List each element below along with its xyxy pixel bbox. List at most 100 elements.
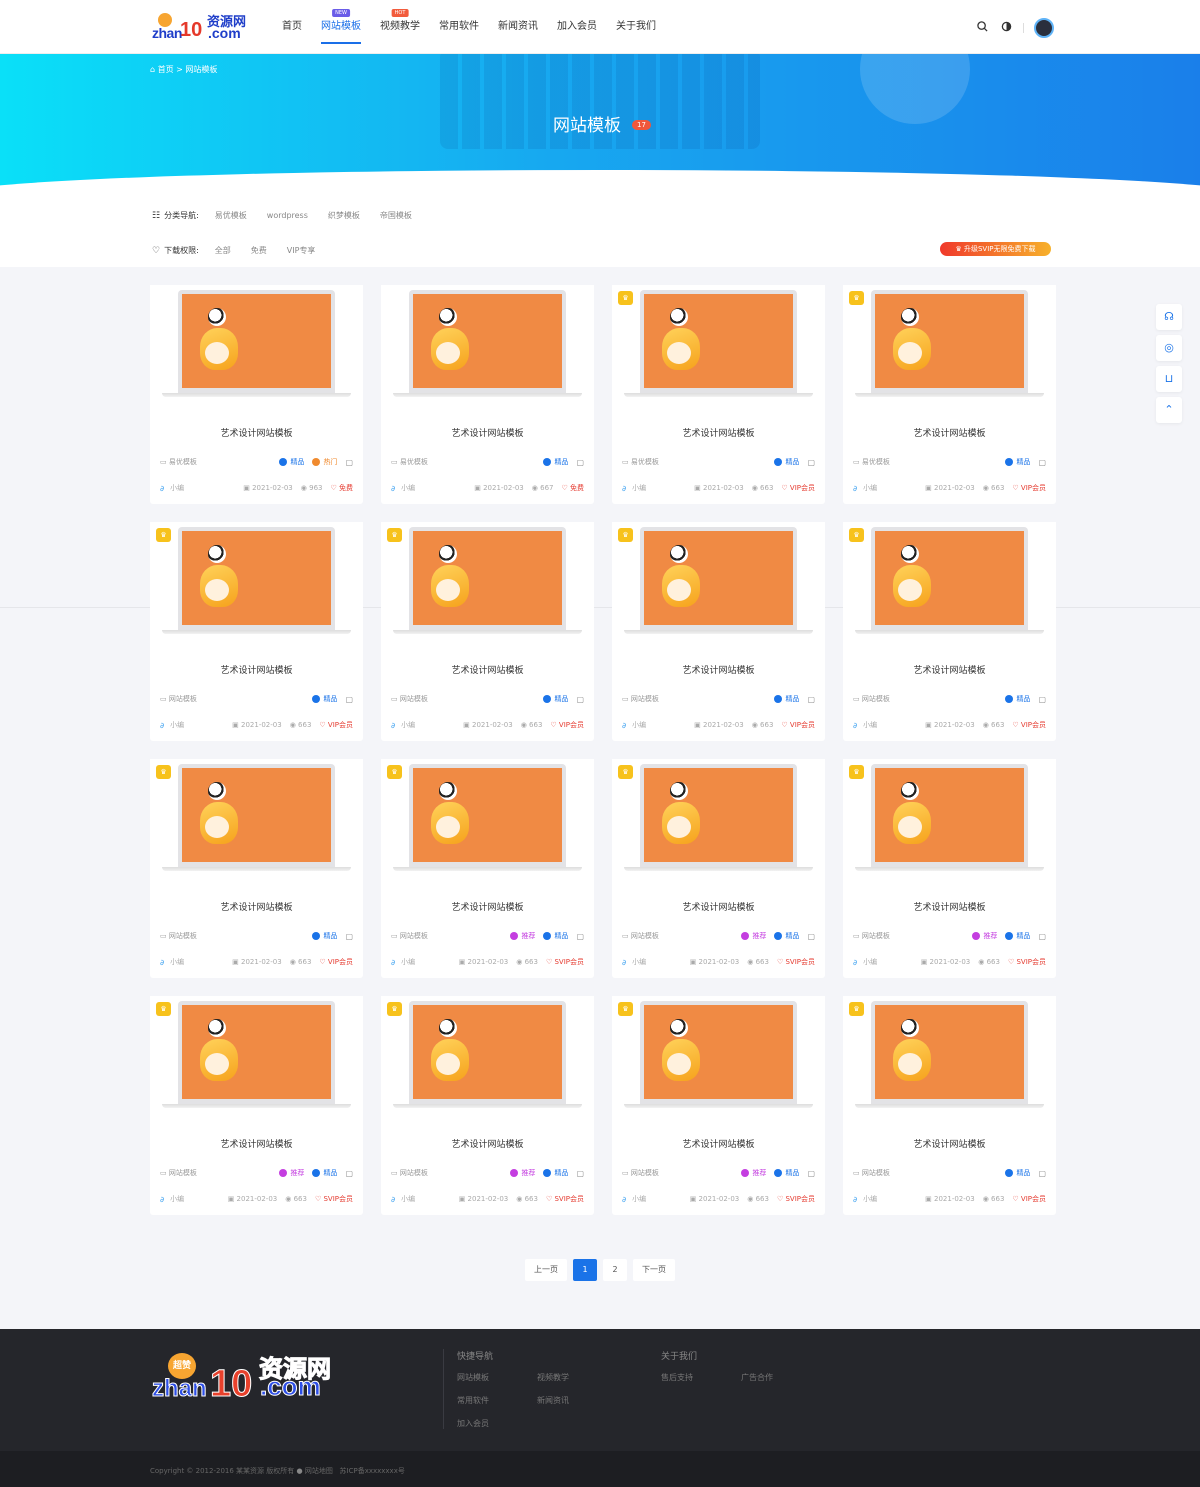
comment-icon[interactable]: ▢ <box>807 458 815 467</box>
footer-logo[interactable]: 超赞 资源网 zhan 10 .com <box>152 1349 342 1409</box>
card-title[interactable]: 艺术设计网站模板 <box>150 663 363 676</box>
sitemap-link[interactable]: 网站地图 <box>305 1467 333 1475</box>
nav-item-5[interactable]: 加入会员 <box>557 0 597 54</box>
resource-card[interactable]: ♛ 艺术设计网站模板 ▭ 网站模板 推荐 精品 ▢ ∂ 小编 ▣ 2021-02-0… <box>612 759 825 978</box>
comment-icon[interactable]: ▢ <box>345 458 353 467</box>
footer-nav-link-3[interactable]: 新闻资讯 <box>537 1395 617 1406</box>
card-title[interactable]: 艺术设计网站模板 <box>843 900 1056 913</box>
comment-icon[interactable]: ▢ <box>807 1169 815 1178</box>
category-option-0[interactable]: 易优模板 <box>215 211 247 220</box>
card-thumbnail[interactable] <box>612 285 825 407</box>
card-category[interactable]: 易优模板 <box>169 458 197 466</box>
card-title[interactable]: 艺术设计网站模板 <box>381 900 594 913</box>
card-title[interactable]: 艺术设计网站模板 <box>381 663 594 676</box>
card-thumbnail[interactable] <box>381 759 594 881</box>
back-to-top-icon[interactable]: ⌃ <box>1156 397 1182 423</box>
headset-icon[interactable]: ☊ <box>1156 304 1182 330</box>
card-title[interactable]: 艺术设计网站模板 <box>150 426 363 439</box>
footer-nav-link-1[interactable]: 视频教学 <box>537 1372 617 1383</box>
permission-option-1[interactable]: 免费 <box>251 246 267 255</box>
theme-toggle-icon[interactable] <box>999 21 1013 35</box>
footer-nav-link-4[interactable]: 加入会员 <box>457 1418 537 1429</box>
footer-nav-link-0[interactable]: 网站模板 <box>457 1372 537 1383</box>
card-title[interactable]: 艺术设计网站模板 <box>612 900 825 913</box>
card-category[interactable]: 网站模板 <box>169 695 197 703</box>
comment-icon[interactable]: ▢ <box>576 932 584 941</box>
comment-icon[interactable]: ▢ <box>576 458 584 467</box>
wechat-icon[interactable]: ◎ <box>1156 335 1182 361</box>
nav-item-6[interactable]: 关于我们 <box>616 0 656 54</box>
icp-link[interactable]: 苏ICP备xxxxxxxx号 <box>340 1467 405 1475</box>
nav-item-2[interactable]: HOT 视频教学 <box>380 0 420 54</box>
nav-item-1[interactable]: NEW 网站模板 <box>321 0 361 54</box>
card-category[interactable]: 网站模板 <box>862 932 890 940</box>
footer-nav-link-2[interactable]: 常用软件 <box>457 1395 537 1406</box>
prev-page-button[interactable]: 上一页 <box>525 1259 567 1281</box>
breadcrumb-home[interactable]: 首页 <box>158 65 174 74</box>
card-title[interactable]: 艺术设计网站模板 <box>612 1137 825 1150</box>
cart-icon[interactable]: ⊔ <box>1156 366 1182 392</box>
card-title[interactable]: 艺术设计网站模板 <box>150 900 363 913</box>
comment-icon[interactable]: ▢ <box>1038 1169 1046 1178</box>
card-thumbnail[interactable] <box>381 996 594 1118</box>
resource-card[interactable]: ♛ 艺术设计网站模板 ▭ 网站模板 推荐 精品 ▢ ∂ 小编 ▣ 2021-02-0… <box>612 996 825 1215</box>
card-title[interactable]: 艺术设计网站模板 <box>843 663 1056 676</box>
card-thumbnail[interactable] <box>843 522 1056 644</box>
card-thumbnail[interactable] <box>381 522 594 644</box>
card-thumbnail[interactable] <box>150 996 363 1118</box>
card-title[interactable]: 艺术设计网站模板 <box>150 1137 363 1150</box>
resource-card[interactable]: 艺术设计网站模板 ▭ 易优模板 精品 热门 ▢ ∂ 小编 ▣ 2021-02-03 … <box>150 285 363 504</box>
card-thumbnail[interactable] <box>612 759 825 881</box>
next-page-button[interactable]: 下一页 <box>633 1259 675 1281</box>
card-thumbnail[interactable] <box>381 285 594 407</box>
card-category[interactable]: 易优模板 <box>631 458 659 466</box>
site-logo[interactable]: 资源网 zhan 10 .com <box>152 11 252 43</box>
comment-icon[interactable]: ▢ <box>345 932 353 941</box>
card-thumbnail[interactable] <box>150 285 363 407</box>
card-category[interactable]: 网站模板 <box>631 932 659 940</box>
resource-card[interactable]: ♛ 艺术设计网站模板 ▭ 网站模板 精品 ▢ ∂ 小编 ▣ 2021-02-03 … <box>612 522 825 741</box>
page-button-1[interactable]: 1 <box>573 1259 597 1281</box>
card-title[interactable]: 艺术设计网站模板 <box>381 1137 594 1150</box>
footer-about-link-1[interactable]: 广告合作 <box>741 1372 821 1383</box>
comment-icon[interactable]: ▢ <box>345 1169 353 1178</box>
resource-card[interactable]: ♛ 艺术设计网站模板 ▭ 网站模板 推荐 精品 ▢ ∂ 小编 ▣ 2021-02-0… <box>381 996 594 1215</box>
search-icon[interactable] <box>975 21 989 35</box>
card-thumbnail[interactable] <box>612 996 825 1118</box>
category-option-1[interactable]: wordpress <box>267 211 308 220</box>
comment-icon[interactable]: ▢ <box>1038 458 1046 467</box>
resource-card[interactable]: ♛ 艺术设计网站模板 ▭ 网站模板 精品 ▢ ∂ 小编 ▣ 2021-02-03 … <box>150 522 363 741</box>
card-thumbnail[interactable] <box>150 759 363 881</box>
card-title[interactable]: 艺术设计网站模板 <box>381 426 594 439</box>
card-category[interactable]: 网站模板 <box>631 695 659 703</box>
user-avatar[interactable] <box>1034 18 1054 38</box>
card-category[interactable]: 易优模板 <box>400 458 428 466</box>
comment-icon[interactable]: ▢ <box>807 695 815 704</box>
comment-icon[interactable]: ▢ <box>807 932 815 941</box>
comment-icon[interactable]: ▢ <box>1038 932 1046 941</box>
resource-card[interactable]: ♛ 艺术设计网站模板 ▭ 易优模板 精品 ▢ ∂ 小编 ▣ 2021-02-03 … <box>612 285 825 504</box>
permission-option-2[interactable]: VIP专享 <box>287 246 316 255</box>
resource-card[interactable]: ♛ 艺术设计网站模板 ▭ 网站模板 推荐 精品 ▢ ∂ 小编 ▣ 2021-02-0… <box>150 996 363 1215</box>
card-thumbnail[interactable] <box>843 285 1056 407</box>
card-title[interactable]: 艺术设计网站模板 <box>843 1137 1056 1150</box>
resource-card[interactable]: ♛ 艺术设计网站模板 ▭ 网站模板 精品 ▢ ∂ 小编 ▣ 2021-02-03 … <box>843 522 1056 741</box>
card-thumbnail[interactable] <box>150 522 363 644</box>
card-category[interactable]: 网站模板 <box>400 1169 428 1177</box>
resource-card[interactable]: ♛ 艺术设计网站模板 ▭ 网站模板 精品 ▢ ∂ 小编 ▣ 2021-02-03 … <box>150 759 363 978</box>
nav-item-0[interactable]: 首页 <box>282 0 302 54</box>
category-option-3[interactable]: 帝国模板 <box>380 211 412 220</box>
resource-card[interactable]: ♛ 艺术设计网站模板 ▭ 网站模板 精品 ▢ ∂ 小编 ▣ 2021-02-03 … <box>843 996 1056 1215</box>
card-category[interactable]: 网站模板 <box>400 695 428 703</box>
card-title[interactable]: 艺术设计网站模板 <box>612 426 825 439</box>
permission-option-0[interactable]: 全部 <box>215 246 231 255</box>
resource-card[interactable]: 艺术设计网站模板 ▭ 易优模板 精品 ▢ ∂ 小编 ▣ 2021-02-03 ◉ … <box>381 285 594 504</box>
comment-icon[interactable]: ▢ <box>576 1169 584 1178</box>
upgrade-svip-button[interactable]: ♛ 升级SVIP无限免费下载 <box>940 242 1051 256</box>
card-category[interactable]: 网站模板 <box>169 932 197 940</box>
card-category[interactable]: 易优模板 <box>862 458 890 466</box>
card-title[interactable]: 艺术设计网站模板 <box>843 426 1056 439</box>
card-category[interactable]: 网站模板 <box>862 1169 890 1177</box>
card-category[interactable]: 网站模板 <box>631 1169 659 1177</box>
category-option-2[interactable]: 织梦模板 <box>328 211 360 220</box>
